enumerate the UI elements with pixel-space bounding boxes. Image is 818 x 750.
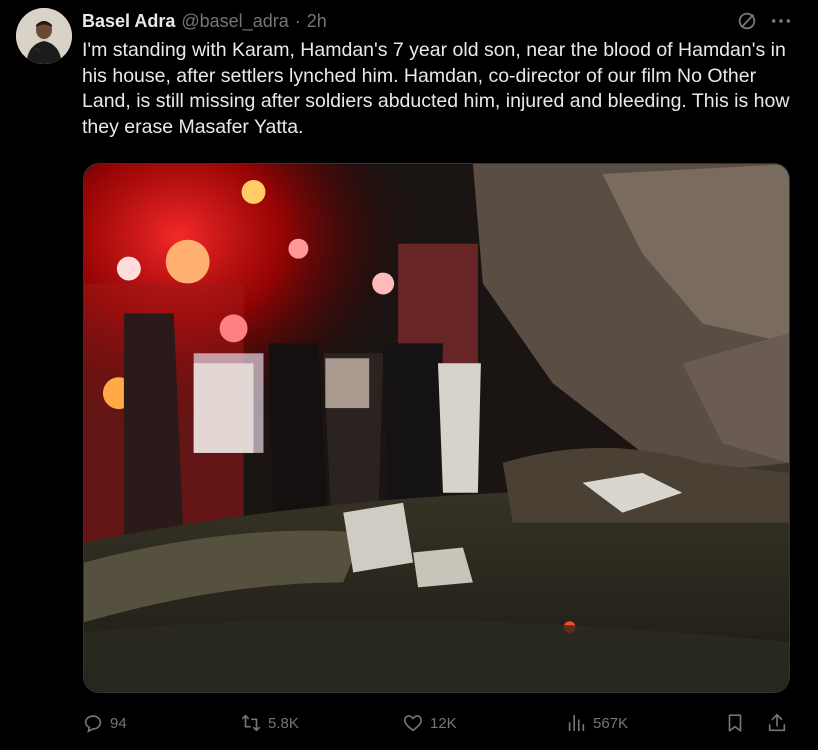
share-icon <box>766 712 788 734</box>
grok-icon[interactable] <box>736 10 758 32</box>
reply-button[interactable]: 94 <box>82 708 127 738</box>
bookmark-button[interactable] <box>724 708 746 738</box>
like-count: 12K <box>430 714 457 732</box>
reply-count: 94 <box>110 714 127 732</box>
night-scene-photo <box>84 164 789 692</box>
like-button[interactable]: 12K <box>402 708 457 738</box>
views-count: 567K <box>593 714 629 732</box>
tweet-card: Basel Adra @basel_adra · 2h I'm standing… <box>0 0 818 750</box>
share-button[interactable] <box>766 708 788 738</box>
tweet-top-actions <box>736 10 792 32</box>
repost-button[interactable]: 5.8K <box>240 708 299 738</box>
bookmark-icon <box>724 712 746 734</box>
separator: · <box>294 10 301 31</box>
tweet-header: Basel Adra @basel_adra · 2h <box>82 10 327 32</box>
more-options-icon[interactable] <box>770 10 792 32</box>
repost-count: 5.8K <box>268 714 299 732</box>
author-name[interactable]: Basel Adra <box>82 11 175 32</box>
tweet-actions-bar: 94 5.8K 12K 567K <box>82 708 792 738</box>
heart-icon <box>402 712 424 734</box>
timestamp[interactable]: 2h <box>307 11 327 32</box>
tweet-photo[interactable] <box>83 163 790 693</box>
avatar[interactable] <box>16 8 72 64</box>
repost-icon <box>240 712 262 734</box>
author-handle[interactable]: @basel_adra <box>181 11 288 32</box>
views-button[interactable]: 567K <box>565 708 628 738</box>
reply-icon <box>82 712 104 734</box>
tweet-text: I'm standing with Karam, Hamdan's 7 year… <box>82 39 790 138</box>
bar-chart-icon <box>565 712 587 734</box>
